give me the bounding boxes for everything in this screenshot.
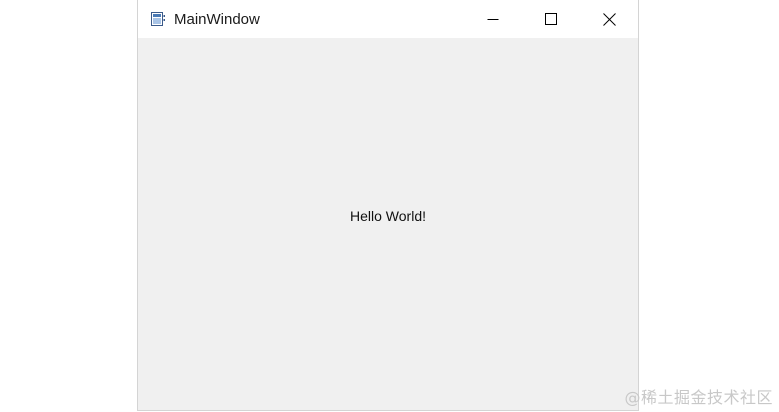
window-client-area: Hello World!: [138, 38, 638, 410]
window-title: MainWindow: [174, 10, 260, 28]
minimize-button[interactable]: [464, 0, 522, 38]
close-button[interactable]: [580, 0, 638, 38]
maximize-button[interactable]: [522, 0, 580, 38]
maximize-icon: [545, 13, 557, 25]
main-window: MainWindow Hello World!: [137, 0, 639, 411]
window-controls: [464, 0, 638, 38]
watermark: @稀土掘金技术社区: [624, 388, 773, 407]
title-bar[interactable]: MainWindow: [138, 0, 638, 38]
app-window-icon: [149, 10, 167, 28]
minimize-icon: [487, 19, 499, 20]
hello-label: Hello World!: [350, 208, 426, 224]
close-icon: [602, 12, 616, 26]
